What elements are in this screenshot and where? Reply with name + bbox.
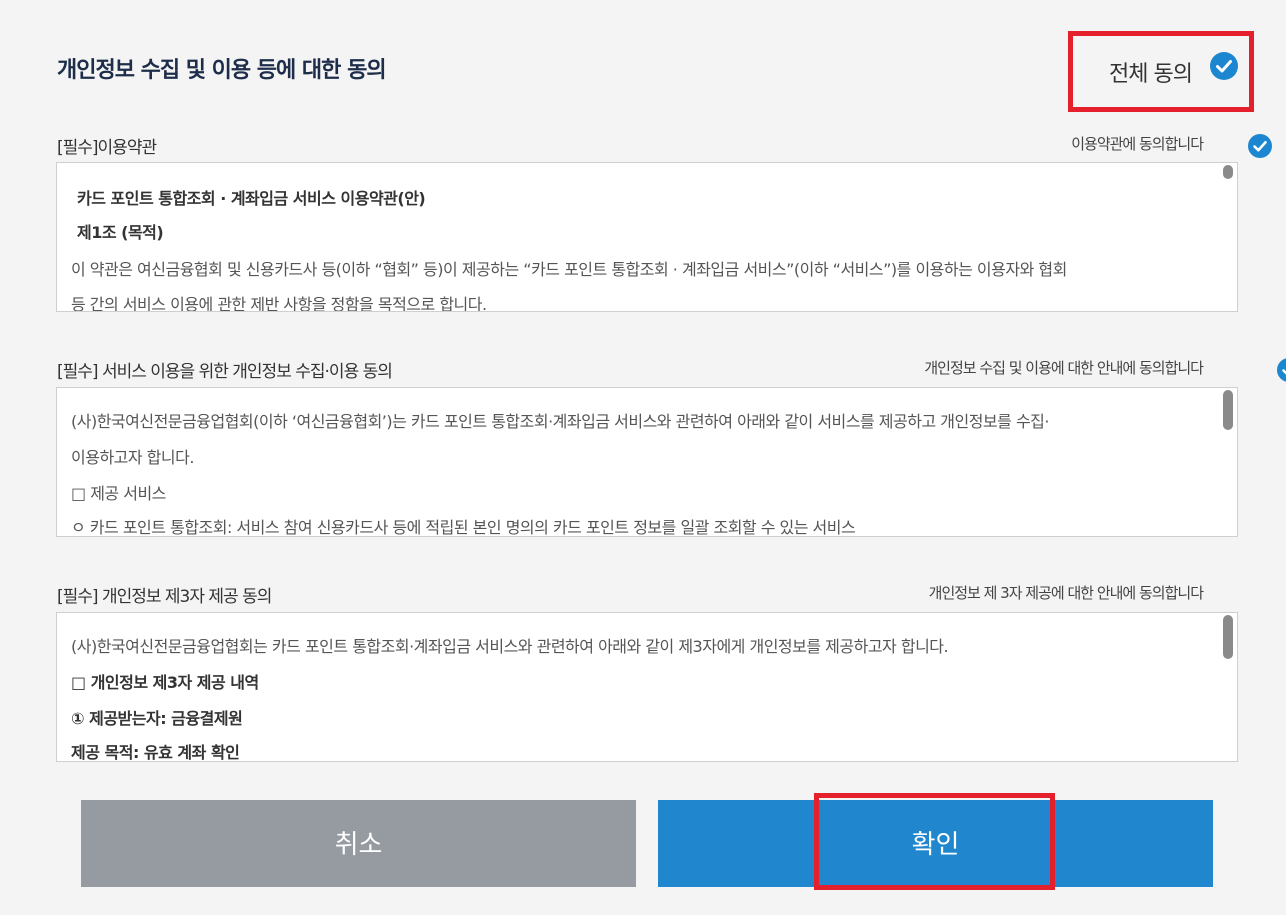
privacy-collection-line: (사)한국여신전문금융업협회(이하 ‘여신금융협회’)는 카드 포인트 통합조회… bbox=[71, 412, 1050, 431]
scrollbar-thumb[interactable] bbox=[1223, 165, 1233, 179]
section-title-privacy-collection: [필수] 서비스 이용을 위한 개인정보 수집·이용 동의 bbox=[57, 357, 393, 382]
scrollbar-thumb[interactable] bbox=[1223, 390, 1233, 430]
page-title: 개인정보 수집 및 이용 등에 대한 동의 bbox=[57, 58, 387, 83]
section-title-third-party: [필수] 개인정보 제3자 제공 동의 bbox=[57, 582, 272, 607]
section-title-terms: [필수]이용약관 bbox=[57, 133, 158, 158]
section-title-prefix: [필수] bbox=[57, 362, 99, 382]
section-title-prefix: [필수] bbox=[57, 587, 99, 607]
privacy-collection-line: □ 제공 서비스 bbox=[71, 484, 166, 503]
privacy-collection-content-box[interactable]: (사)한국여신전문금융업협회(이하 ‘여신금융협회’)는 카드 포인트 통합조회… bbox=[56, 387, 1238, 537]
highlight-box-confirm bbox=[814, 793, 1055, 890]
terms-content-box[interactable]: 카드 포인트 통합조회 · 계좌입금 서비스 이용약관(안) 제1조 (목적) … bbox=[56, 162, 1238, 312]
privacy-collection-line: ㅇ 카드 포인트 통합조회: 서비스 참여 신용카드사 등에 적립된 본인 명의… bbox=[71, 518, 856, 537]
third-party-content-box[interactable]: (사)한국여신전문금융업협회는 카드 포인트 통합조회·계좌입금 서비스와 관련… bbox=[56, 612, 1238, 762]
privacy-collection-agree-check-icon[interactable] bbox=[1277, 358, 1286, 382]
section-title-prefix: [필수] bbox=[57, 138, 99, 158]
scrollbar-thumb[interactable] bbox=[1223, 615, 1233, 659]
terms-line: 이 약관은 여신금융협회 및 신용카드사 등(이하 “협회” 등)이 제공하는 … bbox=[71, 260, 1067, 279]
terms-agree-check-icon[interactable] bbox=[1248, 134, 1273, 158]
section-title-text: 이용약관 bbox=[97, 138, 158, 158]
terms-line: 등 간의 서비스 이용에 관한 제반 사항을 정함을 목적으로 합니다. bbox=[71, 295, 487, 312]
privacy-collection-agree-label[interactable]: 개인정보 수집 및 이용에 대한 안내에 동의합니다 bbox=[924, 357, 1204, 378]
terms-line: 카드 포인트 통합조회 · 계좌입금 서비스 이용약관(안) bbox=[77, 189, 426, 208]
section-title-text: 개인정보 제3자 제공 동의 bbox=[97, 587, 272, 607]
highlight-box-all-agree bbox=[1068, 31, 1254, 112]
third-party-line: □ 개인정보 제3자 제공 내역 bbox=[71, 673, 259, 692]
terms-line: 제1조 (목적) bbox=[77, 223, 164, 242]
third-party-agree-label[interactable]: 개인정보 제 3자 제공에 대한 안내에 동의합니다 bbox=[929, 582, 1204, 603]
cancel-button[interactable]: 취소 bbox=[81, 800, 636, 887]
privacy-collection-line: 이용하고자 합니다. bbox=[71, 448, 194, 467]
third-party-line: (사)한국여신전문금융업협회는 카드 포인트 통합조회·계좌입금 서비스와 관련… bbox=[71, 637, 949, 656]
third-party-line: 제공 목적: 유효 계좌 확인 bbox=[71, 743, 240, 762]
third-party-line: ① 제공받는자: 금융결제원 bbox=[71, 709, 243, 728]
section-title-text: 서비스 이용을 위한 개인정보 수집·이용 동의 bbox=[97, 362, 393, 382]
terms-agree-label[interactable]: 이용약관에 동의합니다 bbox=[1071, 133, 1204, 154]
